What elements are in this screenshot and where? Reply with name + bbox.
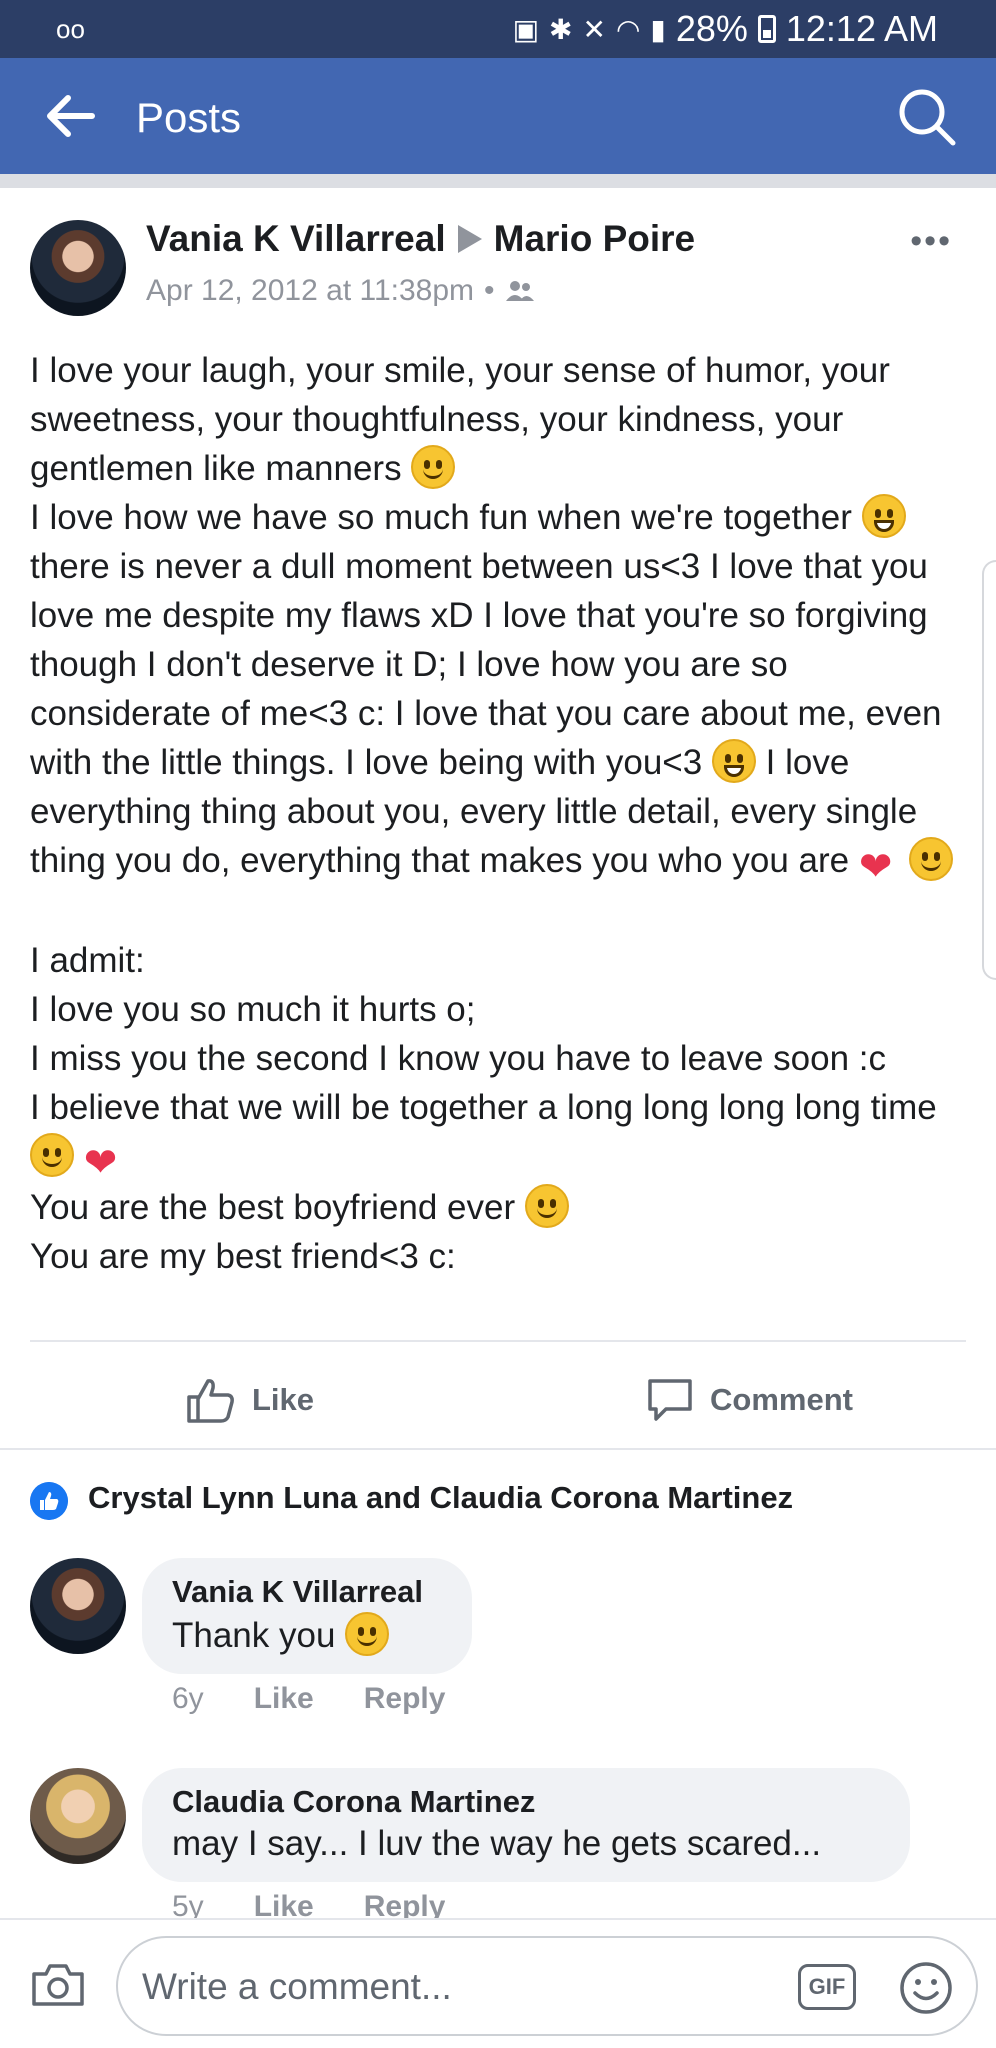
thumbs-up-icon xyxy=(187,1379,234,1423)
comment-reply-link[interactable]: Reply xyxy=(364,1682,446,1716)
page-title: Posts xyxy=(136,94,242,141)
comment-age: 5y xyxy=(172,1890,204,1920)
nfc-icon: ▣ xyxy=(512,13,540,45)
comment-text: Thank you xyxy=(172,1616,336,1655)
comment-author[interactable]: Claudia Corona Martinez xyxy=(172,1782,880,1822)
comment-actions: 6y Like Reply xyxy=(172,1682,445,1716)
comment-like-link[interactable]: Like xyxy=(254,1682,314,1716)
gif-button[interactable]: GIF xyxy=(798,1964,856,2010)
wifi-icon: ◠ xyxy=(615,13,641,45)
post-header: Vania K Villarreal Mario Poire xyxy=(146,218,695,260)
comment-bubble-icon xyxy=(648,1379,692,1421)
comment-composer: Write a comment... GIF xyxy=(0,1918,996,2048)
smile-emoji-icon xyxy=(411,445,456,489)
meta-separator: • xyxy=(484,274,495,307)
app-bar: Posts xyxy=(0,58,996,174)
comment-author[interactable]: Vania K Villarreal xyxy=(172,1572,442,1612)
camera-icon[interactable] xyxy=(30,1962,86,2008)
clock: 12:12 AM xyxy=(785,8,938,49)
divider xyxy=(0,1448,996,1450)
post-paragraph: You are my best friend<3 c: xyxy=(30,1237,456,1276)
reactors-list[interactable]: Crystal Lynn Luna and Claudia Corona Mar… xyxy=(88,1480,793,1516)
post-spacer xyxy=(30,887,970,936)
emoji-picker-icon[interactable] xyxy=(898,1960,954,2016)
post-timestamp[interactable]: Apr 12, 2012 at 11:38pm xyxy=(146,274,474,308)
comment-bubble: Vania K Villarreal Thank you xyxy=(142,1558,472,1674)
post-paragraph: I love you so much it hurts o; xyxy=(30,990,476,1029)
comment-placeholder: Write a comment... xyxy=(142,1966,452,2007)
comment-reply-link[interactable]: Reply xyxy=(364,1890,446,1920)
scroll-indicator[interactable] xyxy=(982,560,996,980)
comment-text-row: Thank you xyxy=(172,1612,442,1658)
status-icons: ▣ ✱ ✕ ◠ ▮ 28% 12:12 AM xyxy=(513,8,938,50)
commenter-avatar[interactable] xyxy=(30,1558,126,1654)
mute-icon: ✕ xyxy=(582,13,606,45)
comment-like-link[interactable]: Like xyxy=(254,1890,314,1920)
heart-icon: ❤ xyxy=(858,845,893,889)
more-options-icon[interactable]: ••• xyxy=(910,222,952,261)
bluetooth-icon: ✱ xyxy=(549,13,573,45)
search-icon[interactable] xyxy=(896,86,958,148)
like-label: Like xyxy=(252,1382,315,1417)
grin-emoji-icon xyxy=(861,494,906,538)
post-paragraph: You are the best boyfriend ever xyxy=(30,1183,970,1232)
post-paragraph: I admit: xyxy=(30,941,145,980)
status-bar: oo ▣ ✱ ✕ ◠ ▮ 28% 12:12 AM xyxy=(0,0,996,58)
post-body: I love your laugh, your smile, your sens… xyxy=(30,346,970,1281)
like-reaction-icon xyxy=(30,1482,68,1520)
to-arrow-icon xyxy=(457,225,482,253)
comment-label: Comment xyxy=(710,1382,853,1417)
comment-text: may I say... I luv the way he gets scare… xyxy=(172,1824,822,1863)
post-paragraph: I believe that we will be together a lon… xyxy=(30,1088,937,1185)
smile-emoji-icon xyxy=(345,1612,390,1656)
comment-actions: 5y Like Reply xyxy=(172,1890,445,1920)
author-avatar[interactable] xyxy=(30,220,126,316)
post-meta: Apr 12, 2012 at 11:38pm • xyxy=(146,274,535,308)
smile-emoji-icon xyxy=(30,1133,74,1177)
comment-input[interactable]: Write a comment... GIF xyxy=(116,1936,978,2036)
comment-bubble: Claudia Corona Martinez may I say... I l… xyxy=(142,1768,910,1882)
like-button[interactable]: Like xyxy=(186,1372,314,1428)
smile-emoji-icon xyxy=(908,837,953,881)
app-bar-shadow xyxy=(0,174,996,188)
post-paragraph: I love how we have so much fun when we'r… xyxy=(30,493,970,887)
signal-icon: ▮ xyxy=(650,13,666,45)
grin-emoji-icon xyxy=(711,739,756,783)
battery-icon xyxy=(757,15,776,43)
battery-percent: 28% xyxy=(675,8,748,49)
heart-icon: ❤ xyxy=(83,1141,118,1185)
commenter-avatar[interactable] xyxy=(30,1768,126,1864)
back-arrow-icon[interactable] xyxy=(44,92,96,140)
divider xyxy=(30,1340,966,1342)
post-recipient[interactable]: Mario Poire xyxy=(494,218,696,260)
smile-emoji-icon xyxy=(524,1184,569,1228)
post-paragraph: I miss you the second I know you have to… xyxy=(30,1039,887,1078)
comment-button[interactable]: Comment xyxy=(646,1372,853,1428)
voicemail-icon: oo xyxy=(56,14,85,44)
post-author[interactable]: Vania K Villarreal xyxy=(146,218,446,260)
post-paragraph: I love your laugh, your smile, your sens… xyxy=(30,351,890,489)
friends-audience-icon xyxy=(505,281,534,301)
comment-age: 6y xyxy=(172,1682,204,1715)
